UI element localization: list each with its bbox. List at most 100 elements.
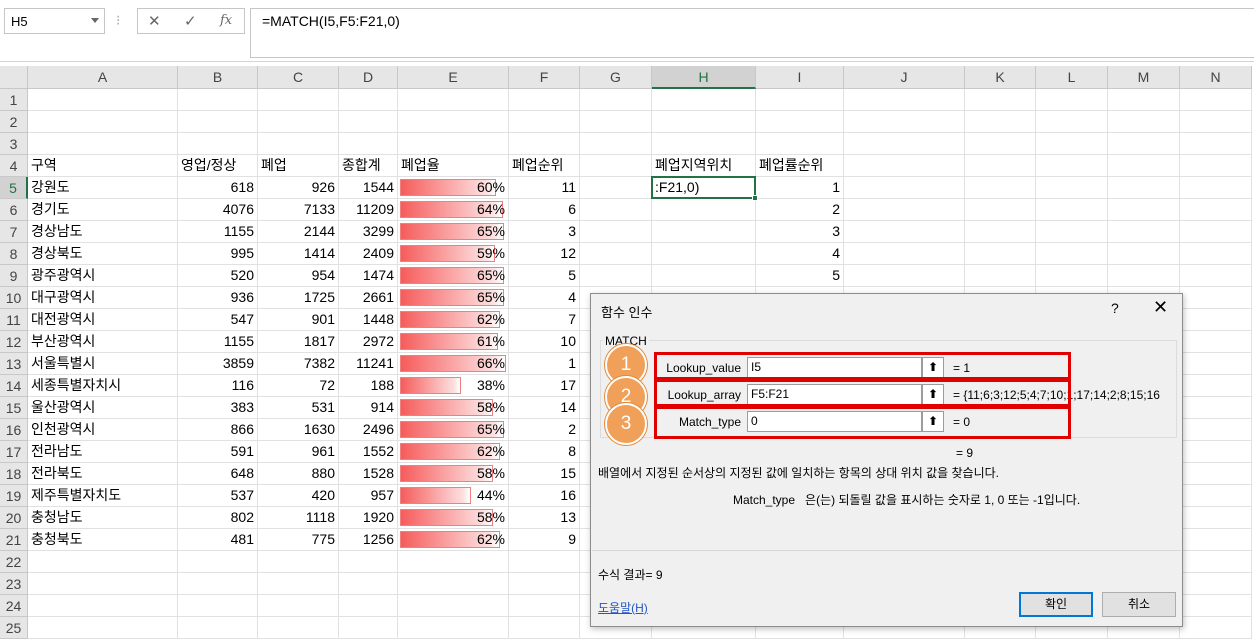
closed-cell[interactable]: 926 — [258, 177, 339, 199]
cell[interactable] — [258, 133, 339, 155]
closed-cell[interactable]: 7133 — [258, 199, 339, 221]
rate-cell[interactable]: 65% — [398, 287, 509, 309]
rate-cell[interactable]: 62% — [398, 441, 509, 463]
cell[interactable] — [178, 617, 258, 639]
ok-button[interactable]: 확인 — [1019, 592, 1093, 617]
total-cell[interactable]: 188 — [339, 375, 398, 397]
row-header-8[interactable]: 8 — [0, 243, 28, 265]
cell[interactable] — [1180, 309, 1252, 331]
cell[interactable] — [28, 111, 178, 133]
cell[interactable] — [178, 551, 258, 573]
column-header-i[interactable]: I — [756, 66, 844, 89]
cell[interactable] — [1108, 111, 1180, 133]
closed-cell[interactable]: 880 — [258, 463, 339, 485]
cell[interactable] — [580, 199, 652, 221]
row-header-19[interactable]: 19 — [0, 485, 28, 507]
region-cell[interactable]: 세종특별자치시 — [28, 375, 178, 397]
cell[interactable] — [580, 221, 652, 243]
cell[interactable] — [844, 221, 965, 243]
region-cell[interactable]: 광주광역시 — [28, 265, 178, 287]
cell[interactable] — [398, 551, 509, 573]
total-cell[interactable]: 3299 — [339, 221, 398, 243]
cell[interactable] — [1180, 595, 1252, 617]
cell[interactable] — [844, 89, 965, 111]
select-all-corner[interactable] — [0, 66, 28, 89]
cell[interactable] — [178, 133, 258, 155]
column-header-f[interactable]: F — [509, 66, 580, 89]
header-cell[interactable]: 폐업 — [258, 155, 339, 177]
row-header-4[interactable]: 4 — [0, 155, 28, 177]
closed-cell[interactable]: 2144 — [258, 221, 339, 243]
cell[interactable] — [398, 617, 509, 639]
cell[interactable] — [756, 133, 844, 155]
cell[interactable] — [652, 199, 756, 221]
cell[interactable] — [652, 221, 756, 243]
cell[interactable] — [580, 89, 652, 111]
rank-cell[interactable]: 12 — [509, 243, 580, 265]
header-cell[interactable]: 구역 — [28, 155, 178, 177]
cell[interactable] — [844, 199, 965, 221]
cell[interactable] — [509, 551, 580, 573]
rank-cell[interactable]: 9 — [509, 529, 580, 551]
cell[interactable] — [1180, 177, 1252, 199]
row-header-2[interactable]: 2 — [0, 111, 28, 133]
rank-cell[interactable]: 17 — [509, 375, 580, 397]
cell[interactable] — [1036, 133, 1108, 155]
cell[interactable] — [965, 111, 1036, 133]
cell[interactable] — [1180, 463, 1252, 485]
cell[interactable] — [844, 243, 965, 265]
cell[interactable] — [652, 89, 756, 111]
closed-cell[interactable]: 1725 — [258, 287, 339, 309]
cell[interactable] — [1108, 243, 1180, 265]
close-icon[interactable]: ✕ — [1153, 297, 1168, 318]
cell[interactable] — [258, 111, 339, 133]
cell[interactable] — [28, 89, 178, 111]
column-header-l[interactable]: L — [1036, 66, 1108, 89]
open-cell[interactable]: 520 — [178, 265, 258, 287]
cell[interactable] — [28, 133, 178, 155]
cell[interactable] — [965, 243, 1036, 265]
cell[interactable] — [844, 155, 965, 177]
total-cell[interactable]: 1920 — [339, 507, 398, 529]
cell[interactable] — [1180, 375, 1252, 397]
closed-cell[interactable]: 1630 — [258, 419, 339, 441]
cell[interactable] — [258, 617, 339, 639]
cell[interactable] — [965, 221, 1036, 243]
column-header-h[interactable]: H — [652, 66, 756, 89]
rate-cell[interactable]: 62% — [398, 309, 509, 331]
total-cell[interactable]: 11241 — [339, 353, 398, 375]
cell[interactable] — [339, 551, 398, 573]
cell[interactable] — [1108, 133, 1180, 155]
row-header-16[interactable]: 16 — [0, 419, 28, 441]
rank-order-cell[interactable]: 5 — [756, 265, 844, 287]
cell[interactable] — [652, 133, 756, 155]
row-header-13[interactable]: 13 — [0, 353, 28, 375]
formula-input[interactable]: =MATCH(I5,F5:F21,0) — [250, 8, 1254, 58]
cell[interactable] — [1180, 397, 1252, 419]
rank-cell[interactable]: 14 — [509, 397, 580, 419]
region-cell[interactable]: 대구광역시 — [28, 287, 178, 309]
rate-cell[interactable]: 65% — [398, 419, 509, 441]
rank-order-cell[interactable]: 3 — [756, 221, 844, 243]
open-cell[interactable]: 3859 — [178, 353, 258, 375]
row-header-11[interactable]: 11 — [0, 309, 28, 331]
cell[interactable] — [844, 111, 965, 133]
closed-cell[interactable]: 954 — [258, 265, 339, 287]
cell[interactable] — [756, 111, 844, 133]
rank-cell[interactable]: 15 — [509, 463, 580, 485]
rank-cell[interactable]: 10 — [509, 331, 580, 353]
cell[interactable] — [509, 111, 580, 133]
cell[interactable] — [1036, 221, 1108, 243]
closed-cell[interactable]: 961 — [258, 441, 339, 463]
column-header-b[interactable]: B — [178, 66, 258, 89]
region-cell[interactable]: 제주특별자치도 — [28, 485, 178, 507]
cell[interactable] — [1108, 177, 1180, 199]
open-cell[interactable]: 481 — [178, 529, 258, 551]
cell[interactable] — [1180, 573, 1252, 595]
rate-cell[interactable]: 58% — [398, 463, 509, 485]
cell[interactable] — [1180, 155, 1252, 177]
row-header-18[interactable]: 18 — [0, 463, 28, 485]
cell[interactable] — [965, 133, 1036, 155]
row-header-10[interactable]: 10 — [0, 287, 28, 309]
rank-cell[interactable]: 6 — [509, 199, 580, 221]
